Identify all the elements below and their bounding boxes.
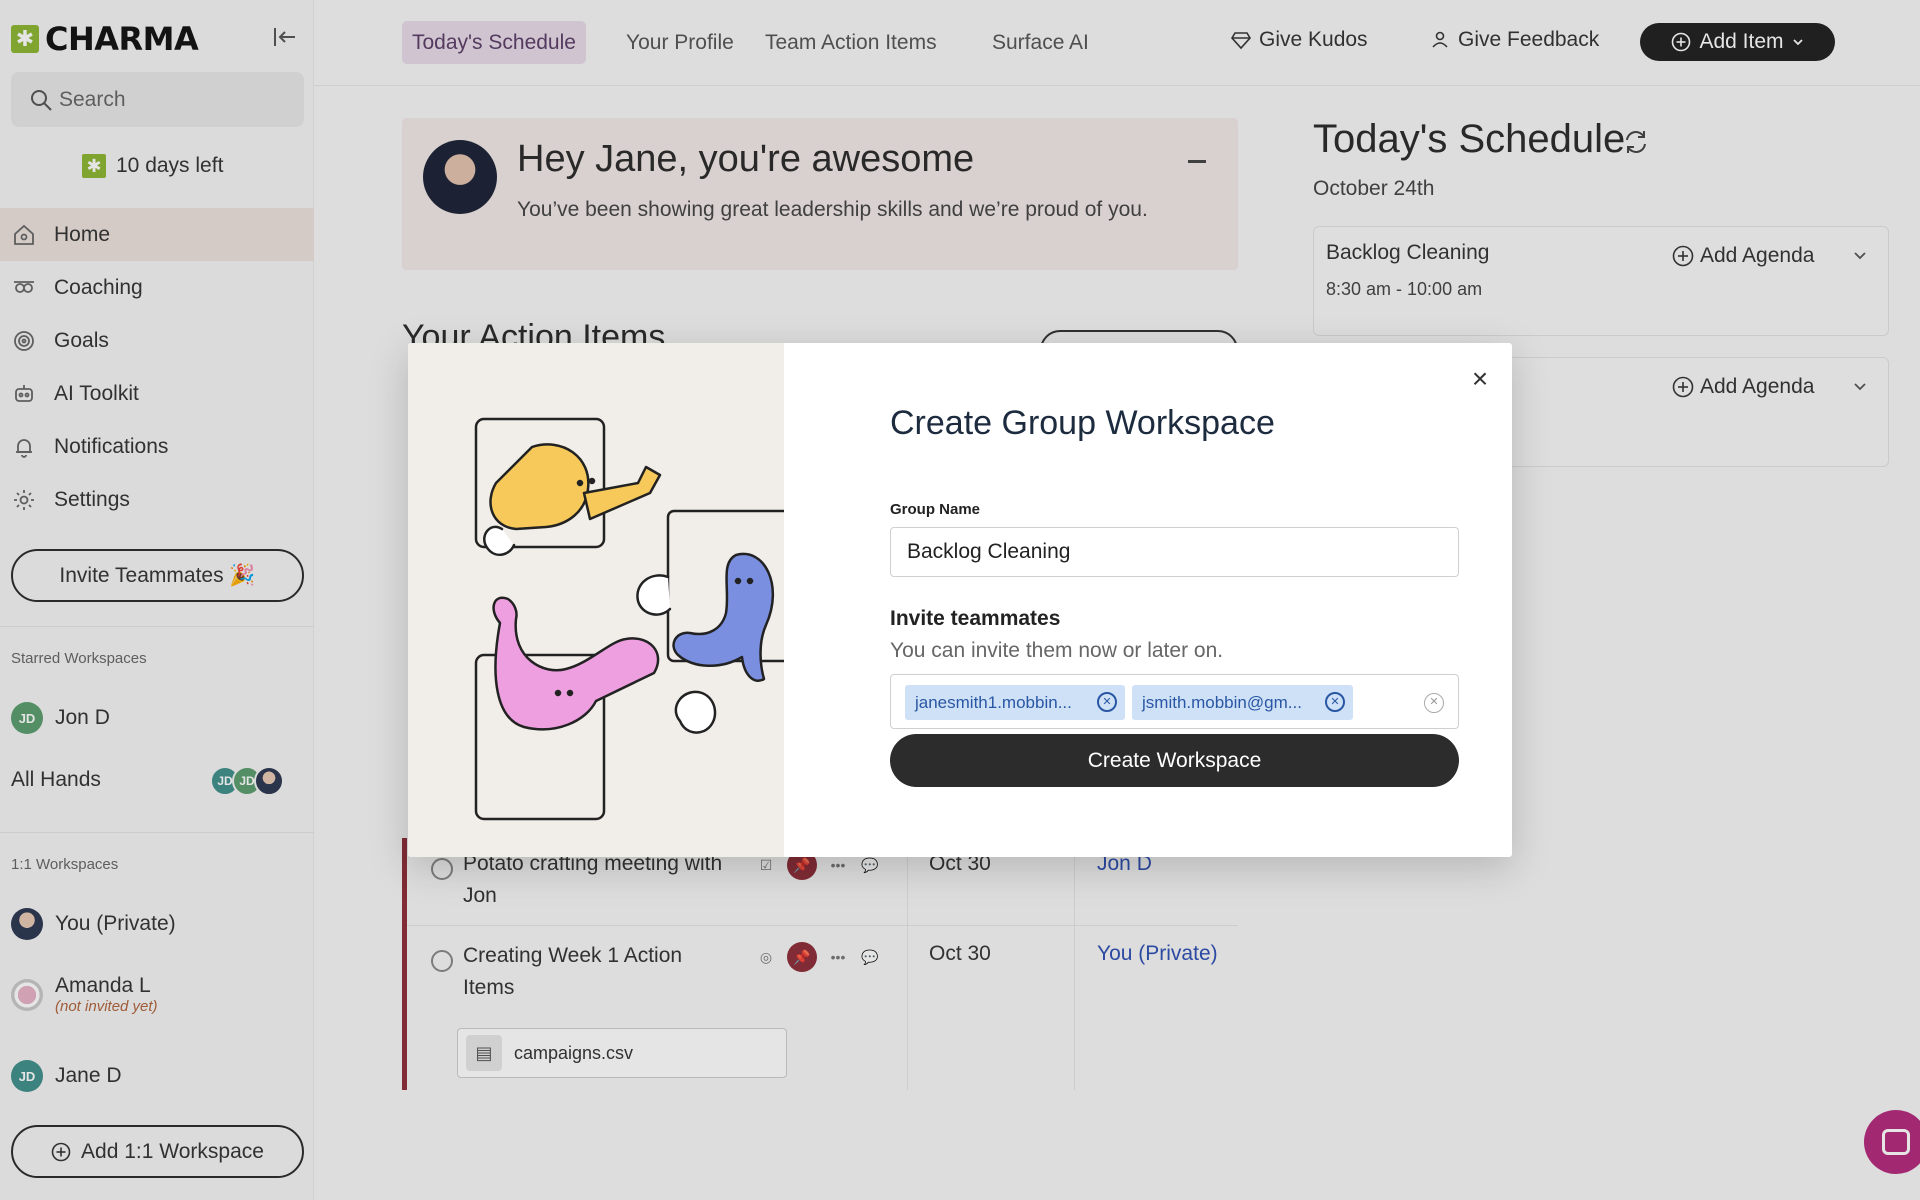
- invitee-email: jsmith.mobbin@gm...: [1142, 692, 1302, 712]
- invitee-email: janesmith1.mobbin...: [915, 692, 1072, 712]
- invite-heading: Invite teammates: [890, 607, 1061, 630]
- close-icon[interactable]: ×: [1468, 365, 1492, 393]
- create-workspace-button[interactable]: Create Workspace: [890, 734, 1459, 787]
- invitee-chip: jsmith.mobbin@gm... ✕: [1132, 685, 1353, 720]
- group-name-input[interactable]: [890, 527, 1459, 577]
- clear-all-icon[interactable]: ✕: [1424, 693, 1444, 713]
- invitee-input[interactable]: janesmith1.mobbin... ✕ jsmith.mobbin@gm.…: [890, 674, 1459, 729]
- illustration: [408, 343, 840, 857]
- invite-subtitle: You can invite them now or later on.: [890, 639, 1224, 662]
- invitee-chip: janesmith1.mobbin... ✕: [905, 685, 1125, 720]
- create-group-workspace-modal: × Create Group Workspace Group Name Invi…: [408, 343, 1512, 857]
- group-name-label: Group Name: [890, 501, 981, 518]
- remove-chip-icon[interactable]: ✕: [1097, 692, 1117, 712]
- remove-chip-icon[interactable]: ✕: [1325, 692, 1345, 712]
- team-illustration: [474, 417, 840, 821]
- modal-title: Create Group Workspace: [890, 404, 1275, 442]
